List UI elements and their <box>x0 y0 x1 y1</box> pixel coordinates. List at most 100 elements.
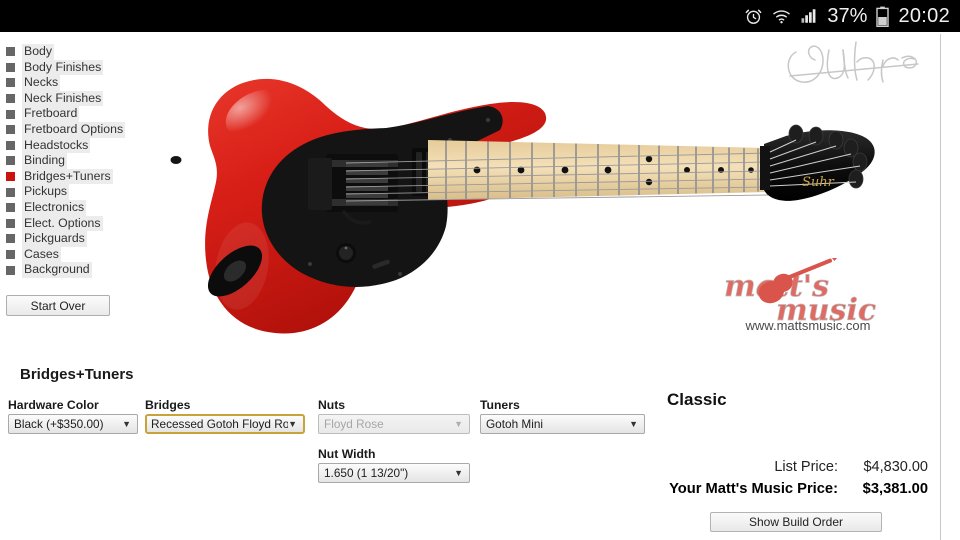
sidebar-item-bridges-tuners[interactable]: Bridges+Tuners <box>6 168 141 185</box>
field-hardware-color: Hardware Color Black (+$350.00) ▼ <box>8 398 138 434</box>
sidebar-item-label: Binding <box>22 153 68 169</box>
sidebar-item-label: Necks <box>22 75 61 91</box>
sidebar-item-cases[interactable]: Cases <box>6 246 141 263</box>
locking-nut <box>760 146 770 190</box>
bullet-square-icon <box>6 94 15 104</box>
twelfth-fret-dot-lower <box>645 178 653 186</box>
sidebar-item-necks[interactable]: Necks <box>6 75 141 91</box>
strap-button-side-icon <box>170 156 182 164</box>
list-price-value: $4,830.00 <box>863 459 928 475</box>
category-sidebar: Body Body Finishes Necks Neck Finishes F… <box>6 44 141 278</box>
chevron-down-icon: ▼ <box>629 419 638 429</box>
panel-divider <box>940 34 941 540</box>
chevron-down-icon: ▼ <box>454 468 463 478</box>
show-build-order-button[interactable]: Show Build Order <box>710 512 882 532</box>
field-label: Nuts <box>318 398 346 412</box>
field-bridges: Bridges Recessed Gotoh Floyd Rose ▼ <box>145 398 305 434</box>
bullet-square-icon <box>6 47 15 57</box>
field-nut-width: Nut Width 1.650 (1 13/20") ▼ <box>318 447 470 483</box>
bullet-square-icon <box>6 218 15 228</box>
sidebar-item-pickguards[interactable]: Pickguards <box>6 231 141 247</box>
field-label: Bridges <box>145 398 191 412</box>
bullet-square-icon <box>6 62 15 72</box>
sidebar-item-label: Pickguards <box>22 231 87 247</box>
sidebar-item-pickups[interactable]: Pickups <box>6 184 141 200</box>
sidebar-item-electronics[interactable]: Electronics <box>6 199 141 216</box>
bullet-square-icon <box>6 78 15 88</box>
sidebar-item-fretboard-options[interactable]: Fretboard Options <box>6 121 141 138</box>
sidebar-item-label: Background <box>22 262 92 278</box>
bullet-square-icon <box>6 187 15 197</box>
sidebar-item-label: Fretboard Options <box>22 121 126 138</box>
sidebar-item-label: Headstocks <box>22 137 91 154</box>
select-value: Floyd Rose <box>324 417 384 431</box>
sidebar-item-label: Neck Finishes <box>22 90 104 107</box>
bullet-square-icon <box>6 203 15 213</box>
store-url-label: www.mattsmusic.com <box>745 318 871 333</box>
bullet-square-icon <box>6 234 15 244</box>
sidebar-item-neck-finishes[interactable]: Neck Finishes <box>6 90 141 107</box>
price-summary: List Price: $4,830.00 Your Matt's Music … <box>640 459 928 497</box>
battery-percent-label: 37% <box>827 4 868 27</box>
select-value: Recessed Gotoh Floyd Rose <box>151 417 289 431</box>
model-name: Classic <box>667 390 727 409</box>
sidebar-item-label: Body Finishes <box>22 59 104 76</box>
sidebar-item-label: Body <box>22 44 55 60</box>
field-label: Hardware Color <box>8 398 99 412</box>
bullet-square-icon <box>6 156 15 166</box>
sidebar-item-headstocks[interactable]: Headstocks <box>6 137 141 154</box>
select-value: Gotoh Mini <box>486 417 544 431</box>
pickguard-screw <box>308 262 312 266</box>
your-price-row: Your Matt's Music Price: $3,381.00 <box>640 481 928 497</box>
nut-width-select[interactable]: 1.650 (1 13/20") ▼ <box>318 463 470 483</box>
twelfth-fret-dot-upper <box>645 155 653 163</box>
sidebar-item-label: Pickups <box>22 184 70 200</box>
clock-label: 20:02 <box>898 4 950 27</box>
bullet-square-icon <box>6 140 15 150</box>
cellular-signal-icon <box>800 7 818 25</box>
headstock-suhr-logo: Suhr <box>802 175 835 190</box>
sidebar-item-fretboard[interactable]: Fretboard <box>6 106 141 122</box>
battery-icon <box>876 6 890 27</box>
app-screen: 37% 20:02 Body Body Finishes Necks Neck … <box>0 0 960 540</box>
sidebar-item-body[interactable]: Body <box>6 44 141 60</box>
your-price-label: Your Matt's Music Price: <box>669 481 838 497</box>
bullet-square-icon <box>6 250 15 260</box>
select-value: Black (+$350.00) <box>14 417 104 431</box>
select-value: 1.650 (1 13/20") <box>324 466 409 480</box>
list-price-row: List Price: $4,830.00 <box>640 459 928 475</box>
section-title: Bridges+Tuners <box>20 366 134 383</box>
sidebar-item-label: Elect. Options <box>22 215 103 232</box>
chevron-down-icon: ▼ <box>122 419 131 429</box>
bullet-square-active-icon <box>6 172 15 182</box>
start-over-button[interactable]: Start Over <box>6 295 110 316</box>
suhr-brand-watermark <box>782 36 932 92</box>
bullet-square-icon <box>6 125 15 135</box>
field-label: Nut Width <box>318 447 376 461</box>
sidebar-item-body-finishes[interactable]: Body Finishes <box>6 59 141 76</box>
field-label: Tuners <box>480 398 520 412</box>
android-status-bar: 37% 20:02 <box>0 0 960 32</box>
sidebar-item-label: Electronics <box>22 199 87 216</box>
pickguard-screw <box>398 272 402 276</box>
tremolo-block <box>308 158 332 210</box>
wifi-icon <box>772 7 791 26</box>
chevron-down-icon: ▼ <box>288 419 297 429</box>
nuts-select: Floyd Rose ▼ <box>318 414 470 434</box>
bridges-select[interactable]: Recessed Gotoh Floyd Rose ▼ <box>145 414 305 434</box>
chevron-down-icon: ▼ <box>454 419 463 429</box>
sidebar-item-background[interactable]: Background <box>6 262 141 278</box>
pickguard-screw <box>486 118 490 122</box>
sidebar-item-label: Bridges+Tuners <box>22 168 113 185</box>
sidebar-item-binding[interactable]: Binding <box>6 153 141 169</box>
field-nuts: Nuts Floyd Rose ▼ <box>318 398 470 434</box>
alarm-clock-icon <box>744 7 763 26</box>
sidebar-item-label: Cases <box>22 246 61 263</box>
bullet-square-icon <box>6 109 15 119</box>
list-price-label: List Price: <box>774 459 838 475</box>
hardware-color-select[interactable]: Black (+$350.00) ▼ <box>8 414 138 434</box>
your-price-value: $3,381.00 <box>862 481 928 497</box>
sidebar-item-elect-options[interactable]: Elect. Options <box>6 215 141 232</box>
tuners-select[interactable]: Gotoh Mini ▼ <box>480 414 645 434</box>
field-tuners: Tuners Gotoh Mini ▼ <box>480 398 645 434</box>
